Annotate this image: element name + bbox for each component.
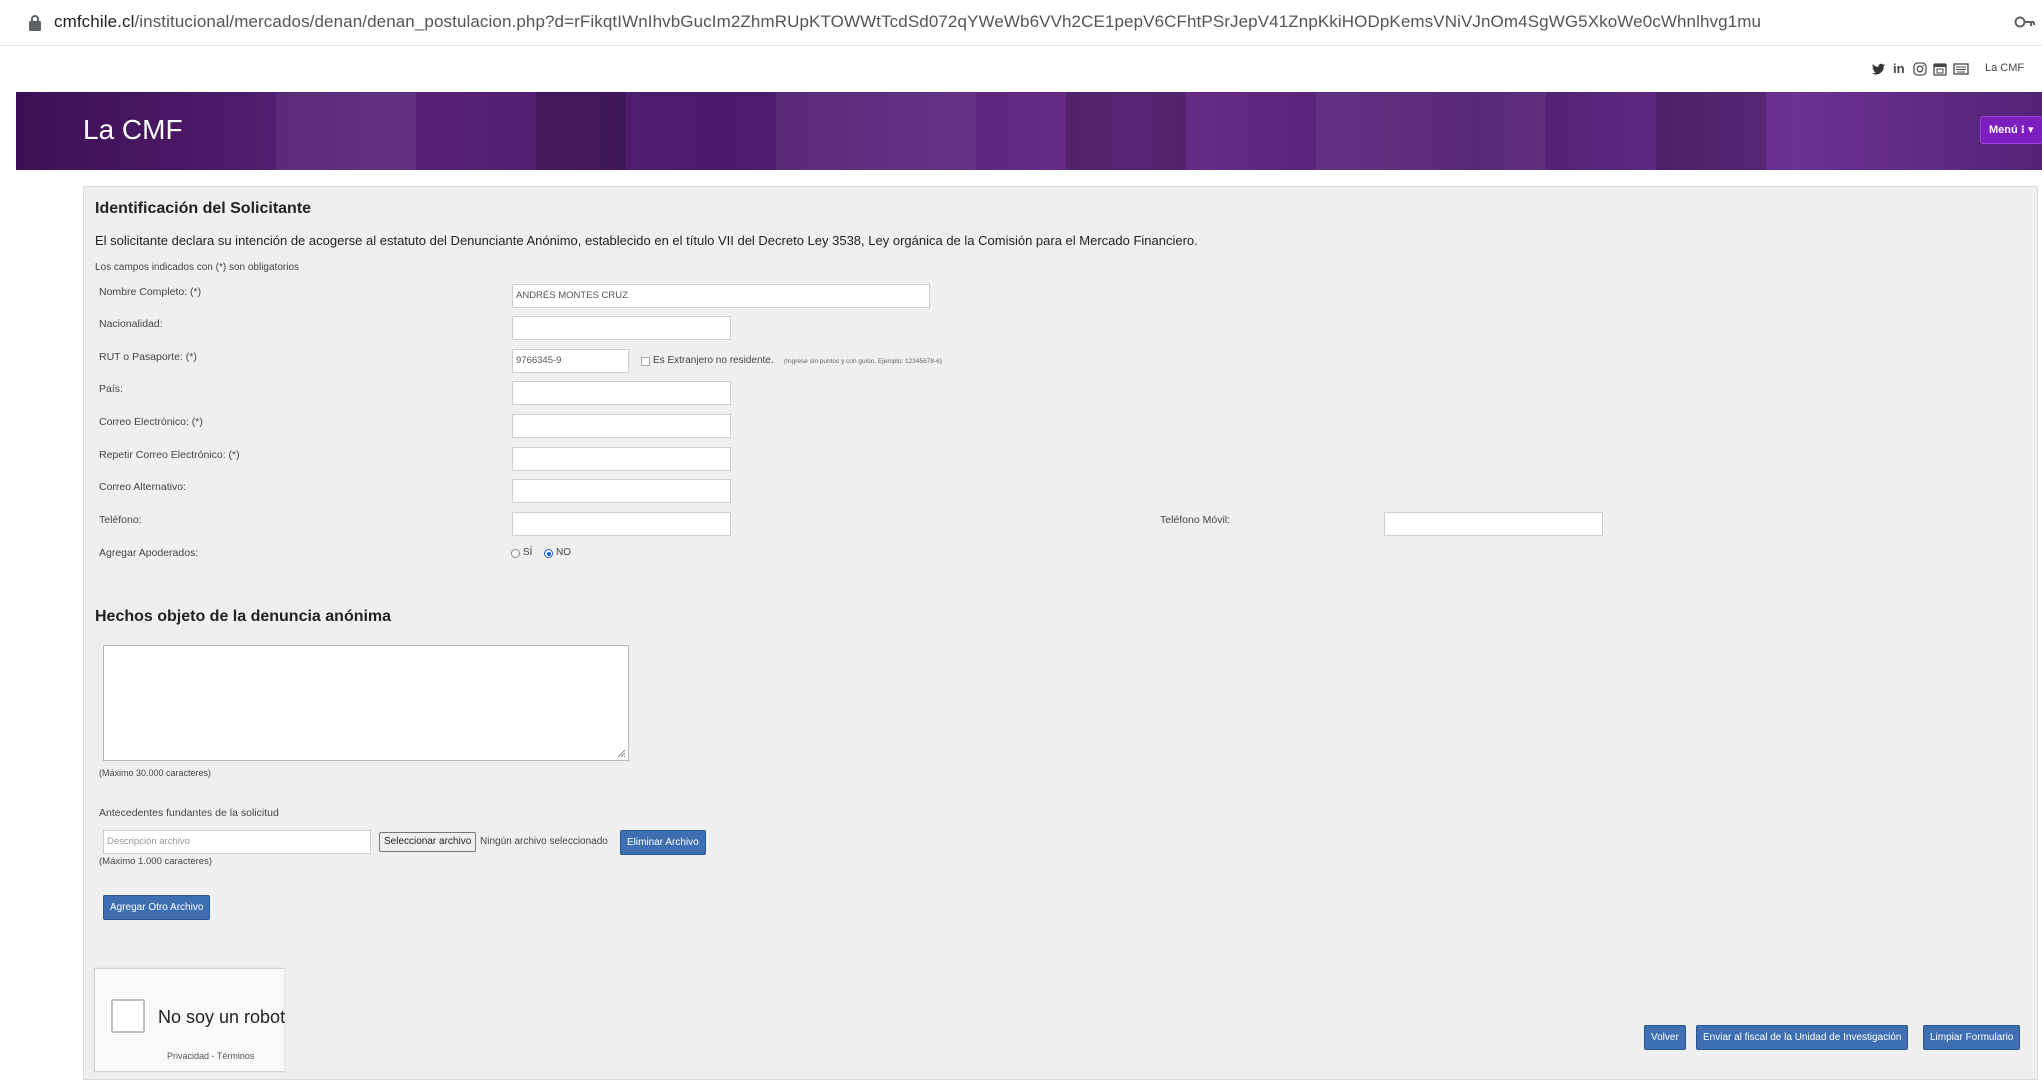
repetir-correo-label: Repetir Correo Electrónico: (*): [99, 449, 240, 461]
correo-alternativo-label: Correo Alternativo:: [99, 481, 186, 493]
agregar-archivo-button[interactable]: Agregar Otro Archivo: [103, 895, 211, 920]
extranjero-label: Es Extranjero no residente.: [653, 355, 774, 366]
enviar-fiscal-button[interactable]: Enviar al fiscal de la Unidad de Investi…: [1696, 1025, 1909, 1050]
repetir-correo-input[interactable]: [512, 447, 731, 471]
section-title-hechos: Hechos objeto de la denuncia anónima: [95, 608, 392, 625]
nombre-label: Nombre Completo: (*): [99, 286, 202, 298]
apoderados-si-label: SÍ: [523, 547, 533, 558]
header-decoration: [1066, 92, 1186, 170]
nacionalidad-input[interactable]: [512, 316, 731, 340]
telefono-label: Teléfono:: [99, 514, 142, 526]
rut-hint: (Ingrese sin puntos y con guión, Ejemplo…: [784, 358, 942, 365]
recaptcha-checkbox[interactable]: [111, 999, 145, 1033]
ningun-archivo-text: Ningún archivo seleccionado: [480, 836, 608, 847]
eliminar-archivo-button[interactable]: Eliminar Archivo: [620, 830, 706, 855]
header-decoration: [276, 92, 416, 170]
volver-button[interactable]: Volver: [1644, 1025, 1686, 1050]
limpiar-formulario-button[interactable]: Limpiar Formulario: [1923, 1025, 2021, 1050]
hechos-textarea[interactable]: [103, 645, 629, 761]
section-title-solicitante: Identificación del Solicitante: [95, 200, 312, 217]
correo-label: Correo Electrónico: (*): [99, 416, 203, 428]
pais-input[interactable]: [512, 381, 731, 405]
apoderados-label: Agregar Apoderados:: [99, 547, 199, 559]
top-social-strip: in La CMF: [0, 52, 2042, 88]
header-decoration: [1656, 92, 1766, 170]
correo-alternativo-input[interactable]: [512, 479, 731, 503]
url-host: cmfchile.cl: [54, 12, 135, 31]
correo-input[interactable]: [512, 414, 731, 438]
resize-grip-icon[interactable]: [616, 748, 626, 758]
keyboard-icon[interactable]: [1953, 61, 1969, 77]
header-decoration: [1316, 92, 1546, 170]
apoderados-no-label: NO: [556, 547, 571, 558]
recaptcha-label: No soy un robot: [158, 1007, 286, 1027]
lock-icon: [29, 15, 41, 31]
url-path: /institucional/mercados/denan/denan_post…: [134, 12, 1762, 31]
telefono-movil-input[interactable]: [1384, 512, 1603, 536]
site-header: La CMF Menú ⁝ ▾: [16, 92, 2042, 170]
menu-button[interactable]: Menú ⁝ ▾: [1980, 116, 2042, 144]
nombre-input[interactable]: ANDRÉS MONTES CRUZ: [512, 284, 930, 308]
browser-address-bar[interactable]: cmfchile.cl/institucional/mercados/denan…: [0, 0, 2042, 46]
antecedentes-label: Antecedentes fundantes de la solicitud: [99, 807, 279, 819]
hechos-max-note: (Máximo 30.000 caracteres): [99, 768, 212, 778]
nacionalidad-label: Nacionalidad:: [99, 318, 163, 330]
rut-input[interactable]: 9766345-9: [512, 349, 629, 373]
extranjero-checkbox[interactable]: [641, 357, 650, 366]
telefono-movil-label: Teléfono Móvil:: [1160, 514, 1231, 526]
calendar-icon[interactable]: [1933, 61, 1947, 77]
recaptcha-widget: No soy un robot Privacidad - Términos: [94, 968, 286, 1072]
recaptcha-links[interactable]: Privacidad - Términos: [167, 1051, 254, 1061]
twitter-icon[interactable]: [1872, 61, 1886, 77]
header-decoration: [536, 92, 626, 170]
required-note: Los campos indicados con (*) son obligat…: [95, 262, 299, 273]
descripcion-archivo-input[interactable]: Descripción archivo: [103, 830, 371, 854]
site-title[interactable]: La CMF: [83, 114, 183, 146]
la-cmf-link[interactable]: La CMF: [1985, 62, 2024, 74]
seleccionar-archivo-button[interactable]: Seleccionar archivo: [379, 832, 477, 852]
telefono-input[interactable]: [512, 512, 731, 536]
linkedin-icon[interactable]: in: [1893, 61, 1905, 77]
apoderados-si-radio[interactable]: [511, 549, 520, 558]
header-decoration: [776, 92, 976, 170]
archivo-max-note: (Máximo 1.000 caracteres): [99, 856, 212, 867]
url-text[interactable]: cmfchile.cl/institucional/mercados/denan…: [54, 12, 1761, 32]
apoderados-no-radio[interactable]: [544, 549, 553, 558]
pais-label: País:: [99, 383, 123, 395]
rut-label: RUT o Pasaporte: (*): [99, 351, 197, 363]
instagram-icon[interactable]: [1913, 61, 1927, 77]
password-key-icon[interactable]: [2014, 14, 2036, 30]
declaration-text: El solicitante declara su intención de a…: [95, 233, 1198, 248]
form-panel: Identificación del Solicitante El solici…: [83, 186, 2038, 1080]
